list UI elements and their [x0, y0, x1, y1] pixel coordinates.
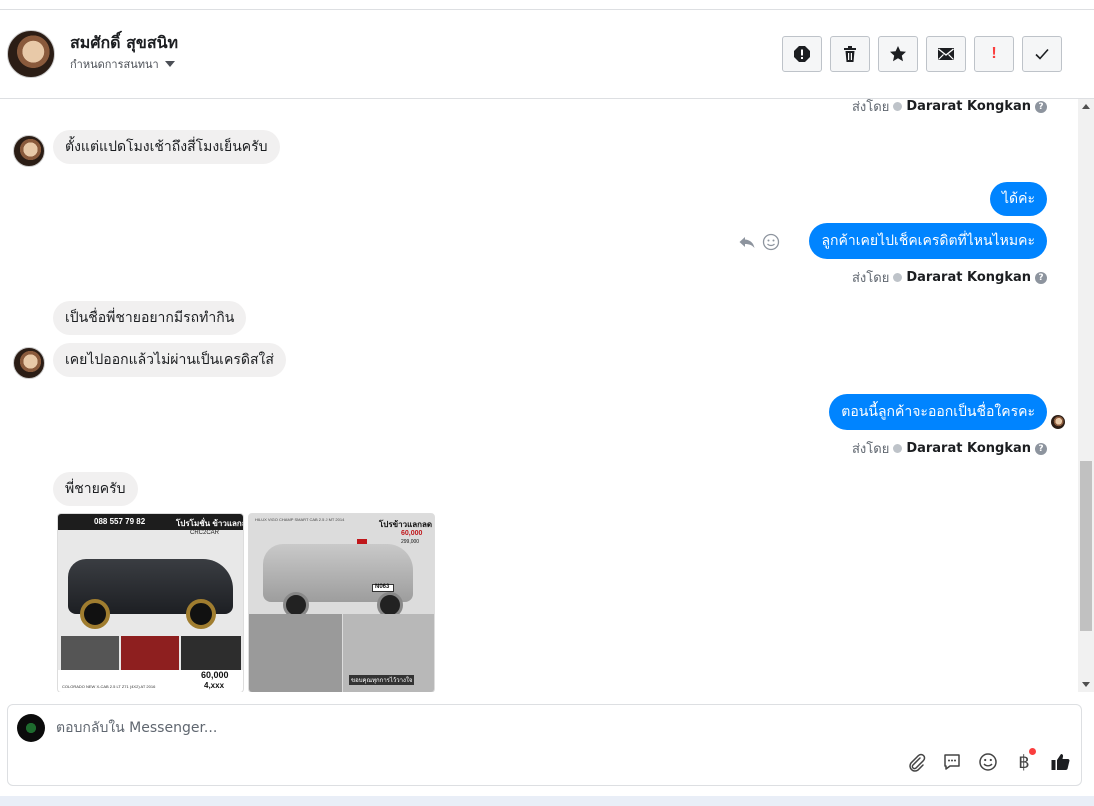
photo-model: CRC2CAR [190, 530, 220, 536]
header-actions: ! [782, 36, 1062, 72]
incoming-message[interactable]: เคยไปออกแล้วไม่ผ่านเป็นเครดิสใส่ [53, 343, 286, 377]
caret-down-icon [164, 61, 175, 67]
saved-replies-button[interactable] [941, 751, 963, 773]
reply-input[interactable] [56, 717, 756, 739]
incoming-message[interactable]: พี่ชายครับ [53, 472, 138, 506]
page-avatar [17, 714, 45, 742]
mark-unread-button[interactable] [926, 36, 966, 72]
photo-footer-text: ขอบคุณทุกการไว้วางใจ [349, 675, 415, 685]
photo-price: 299,000 [401, 539, 420, 545]
thumbs-up-icon [1051, 754, 1070, 770]
smiley-icon [979, 753, 997, 771]
conversation-header: สมศักดิ์ สุขสนิท กำหนดการสนทนา ! [0, 10, 1094, 99]
car-photo-1[interactable]: 088 557 79 82 โปรโมชั่น ข้าวแลกลด CRC2CA… [57, 513, 244, 692]
done-check-icon [1035, 48, 1049, 60]
sent-by-line: ส่งโดย Dararat Kongkan ? [852, 99, 1047, 117]
emoji-button[interactable] [977, 751, 999, 773]
follow-up-icon: ! [991, 45, 997, 62]
top-border [0, 0, 1094, 10]
smiley-react-icon[interactable] [762, 233, 780, 251]
mark-done-button[interactable] [1022, 36, 1062, 72]
message-thread[interactable]: ส่งโดย Dararat Kongkan ? ตั้งแต่แปดโมงเช… [0, 99, 1078, 692]
photo-monthly: 4,xxx [204, 681, 225, 690]
agent-name[interactable]: Dararat Kongkan [906, 441, 1031, 456]
sent-by-label: ส่งโดย [851, 100, 890, 115]
scroll-thumb[interactable] [1080, 461, 1092, 631]
contact-avatar-small[interactable] [13, 135, 45, 167]
spam-icon [794, 46, 810, 62]
assign-label: กำหนดการสนทนา [70, 58, 159, 71]
assign-conversation-dropdown[interactable]: กำหนดการสนทนา [70, 55, 175, 73]
verified-icon [893, 102, 903, 111]
agent-name[interactable]: Dararat Kongkan [906, 270, 1031, 285]
photo-promo: โปรโมชั่น ข้าวแลกลด [176, 519, 243, 528]
photo-price: 60,000 [201, 670, 229, 680]
seen-avatar [1051, 415, 1065, 429]
contact-name[interactable]: สมศักดิ์ สุขสนิท [70, 31, 178, 56]
paperclip-icon [909, 753, 926, 772]
verified-icon [893, 273, 903, 282]
incoming-message[interactable]: ตั้งแต่แปดโมงเช้าถึงสี่โมงเย็นครับ [53, 130, 280, 164]
plate-text: N063 [375, 584, 390, 590]
delete-button[interactable] [830, 36, 870, 72]
photo-phone: 088 557 79 82 [94, 517, 146, 526]
sent-by-label: ส่งโดย [851, 271, 890, 286]
outgoing-message[interactable]: ได้ค่ะ [989, 182, 1047, 216]
wheel [186, 599, 216, 629]
photo-footer-text: COLORADO NEW X-CAB 2.5 LT Z71 (4X2) AT 2… [62, 684, 156, 689]
star-button[interactable] [878, 36, 918, 72]
wheel [80, 599, 110, 629]
scroll-down-arrow[interactable] [1082, 682, 1090, 687]
car-photo-2[interactable]: HILUX VIGO CHAMP SMART CAB 2.5 J MT 2014… [248, 513, 435, 692]
payment-button[interactable]: ฿ [1013, 748, 1036, 773]
attach-button[interactable] [905, 751, 927, 773]
chat-bubble-icon [944, 754, 960, 770]
bottom-strip [0, 796, 1094, 806]
sent-by-line: ส่งโดย Dararat Kongkan ? [852, 267, 1047, 288]
like-button[interactable] [1049, 751, 1071, 773]
sent-by-line: ส่งโดย Dararat Kongkan ? [852, 438, 1047, 459]
mark-spam-button[interactable] [782, 36, 822, 72]
mail-icon [938, 48, 954, 60]
star-icon [890, 46, 906, 62]
scroll-up-arrow[interactable] [1082, 104, 1090, 109]
agent-name[interactable]: Dararat Kongkan [906, 99, 1031, 114]
photo-down: 60,000 [401, 530, 423, 537]
interior-thumbnail [121, 636, 179, 670]
help-icon[interactable]: ? [1035, 271, 1047, 284]
thread-scrollbar[interactable] [1078, 99, 1094, 692]
reply-icon[interactable] [738, 233, 756, 251]
sent-by-label: ส่งโดย [851, 442, 890, 457]
engine-thumbnail [61, 636, 119, 670]
outgoing-message[interactable]: ตอนนี้ลูกค้าจะออกเป็นชื่อใครคะ [829, 394, 1047, 430]
message-tools [738, 233, 780, 251]
incoming-message[interactable]: เป็นชื่อพี่ชายอยากมีรถทำกิน [53, 301, 247, 335]
outgoing-message[interactable]: ลูกค้าเคยไปเช็คเครดิตที่ไหนไหมคะ [809, 223, 1047, 259]
notification-dot [1029, 748, 1036, 755]
baht-icon: ฿ [1018, 751, 1030, 773]
help-icon[interactable]: ? [1035, 442, 1047, 455]
trash-icon [844, 46, 856, 62]
verified-icon [893, 444, 903, 453]
help-icon[interactable]: ? [1035, 100, 1047, 113]
photo-model: HILUX VIGO CHAMP SMART CAB 2.5 J MT 2014 [255, 517, 345, 522]
contact-avatar-small[interactable] [13, 347, 45, 379]
rear-thumbnail [181, 636, 241, 670]
contact-avatar[interactable] [7, 30, 55, 78]
reply-composer: ฿ [7, 704, 1082, 786]
composer-tools: ฿ [905, 748, 1071, 773]
interior-thumbnail [249, 614, 342, 692]
follow-up-button[interactable]: ! [974, 36, 1014, 72]
